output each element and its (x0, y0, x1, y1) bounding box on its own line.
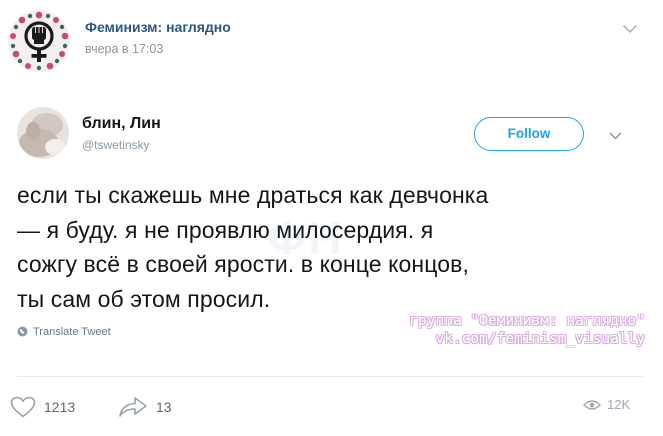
heart-icon (10, 396, 36, 418)
watermark-line-2: vk.com/feminism_visually (435, 331, 645, 347)
tweet-author-handle[interactable]: @tswetinsky (82, 138, 150, 152)
share-button[interactable]: 13 (118, 395, 172, 419)
raised-fist-emblem-icon (8, 10, 70, 72)
like-count: 1213 (44, 399, 76, 415)
post-date-link[interactable]: вчера в 17:03 (85, 42, 163, 56)
follow-button[interactable]: Follow (474, 117, 584, 151)
tweet-text: если ты скажешь мне драться как девчонка… (17, 182, 489, 312)
eye-icon (583, 399, 601, 410)
views-count: 12K (607, 397, 631, 412)
embedded-tweet: блин, Лин @tswetinsky Follow ФН если ты … (0, 80, 663, 376)
group-avatar[interactable] (8, 10, 70, 72)
share-arrow-icon (119, 397, 147, 417)
group-name-link[interactable]: Феминизм: наглядно (85, 19, 231, 35)
group-watermark: группа "Феминизм: наглядно" vk.com/femin… (305, 312, 645, 348)
tweet-author-avatar[interactable] (17, 107, 69, 159)
globe-icon (17, 326, 28, 337)
post-footer: 1213 13 12K (0, 380, 663, 436)
translate-tweet-link[interactable]: Translate Tweet (17, 326, 111, 338)
views-counter: 12K (583, 397, 630, 412)
post-header: Феминизм: наглядно вчера в 17:03 (0, 0, 663, 80)
translate-tweet-label: Translate Tweet (33, 326, 111, 338)
share-count: 13 (156, 399, 172, 415)
chevron-down-icon[interactable] (622, 24, 638, 34)
like-button[interactable]: 1213 (10, 395, 75, 419)
tweet-author-name[interactable]: блин, Лин (82, 115, 161, 133)
avatar-photo-icon (17, 107, 69, 159)
chevron-down-icon[interactable] (609, 132, 622, 140)
divider (17, 376, 643, 377)
